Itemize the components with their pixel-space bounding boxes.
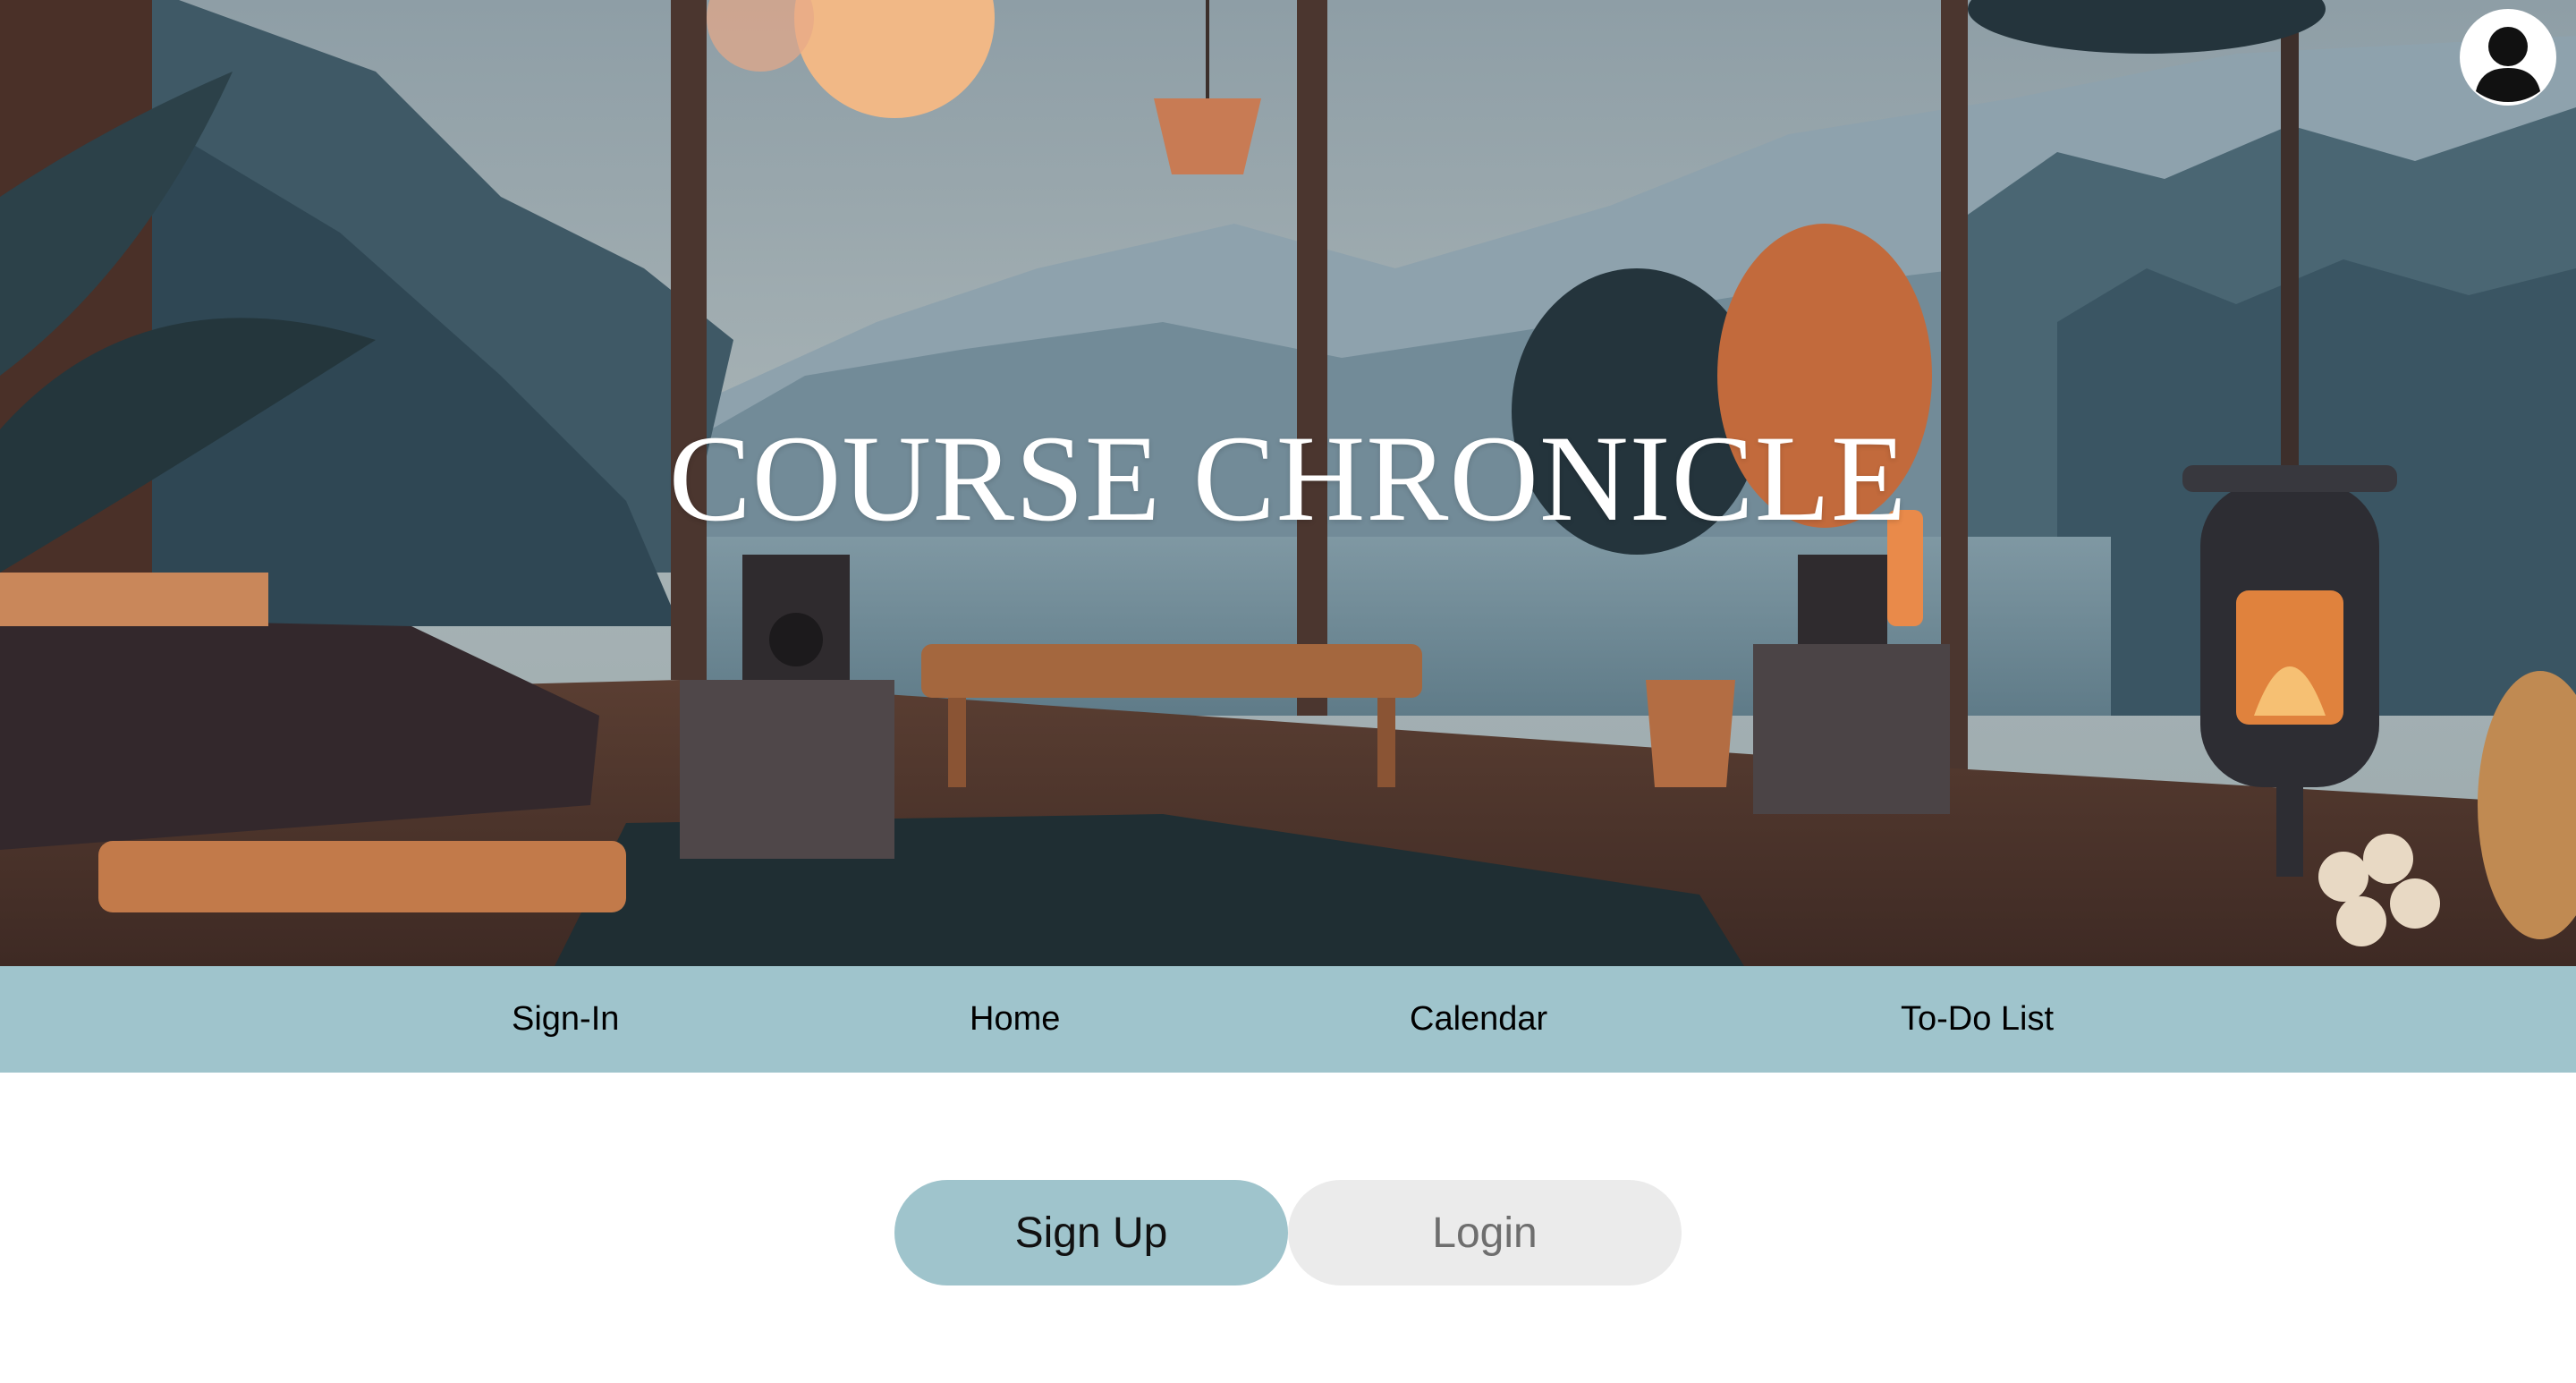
user-profile-icon[interactable] [2460,9,2556,106]
user-silhouette-icon [2462,11,2555,104]
nav-item-calendar[interactable]: Calendar [1410,966,1547,1073]
nav-item-sign-in[interactable]: Sign-In [512,966,619,1073]
sign-up-button[interactable]: Sign Up [894,1180,1288,1285]
nav-item-todo-list[interactable]: To-Do List [1901,966,2054,1073]
main-navigation: Sign-In Home Calendar To-Do List [0,966,2576,1073]
hero-banner: COURSE CHRONICLE [0,0,2576,966]
nav-item-home[interactable]: Home [970,966,1060,1073]
auth-mode-toggle: Sign Up Login [894,1180,1682,1285]
login-button[interactable]: Login [1288,1180,1682,1285]
site-title: COURSE CHRONICLE [668,410,1908,547]
